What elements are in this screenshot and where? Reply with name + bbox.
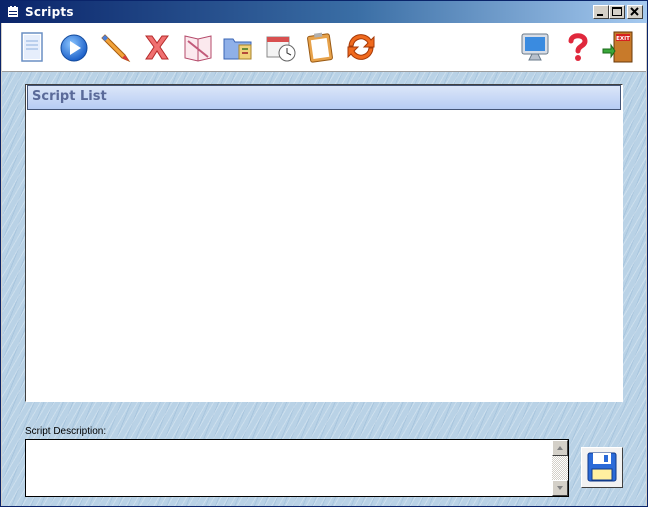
folder-tools-button[interactable] [221, 29, 257, 65]
script-list[interactable]: Script List [25, 84, 623, 402]
minimize-icon [597, 14, 603, 16]
book-button[interactable] [180, 29, 216, 65]
title-bar[interactable]: Scripts [1, 1, 647, 23]
refresh-icon [347, 34, 375, 60]
script-description-field[interactable] [25, 439, 569, 497]
edit-icon [101, 34, 131, 63]
arrow-down-icon [557, 486, 563, 490]
monitor-icon [521, 33, 549, 61]
maximize-button[interactable] [609, 5, 625, 19]
edit-script-button[interactable] [97, 29, 133, 65]
clipboard-icon [307, 32, 333, 63]
floppy-disk-icon [587, 452, 617, 482]
scroll-up-button[interactable] [552, 440, 568, 456]
delete-icon [145, 35, 169, 60]
exit-button[interactable]: EXIT [600, 29, 636, 65]
new-document-icon [21, 32, 43, 62]
app-icon [8, 6, 18, 17]
close-button[interactable] [627, 5, 643, 19]
run-icon [60, 34, 88, 62]
description-scrollbar[interactable] [552, 440, 568, 496]
help-button[interactable] [560, 29, 596, 65]
minimize-button[interactable] [593, 5, 609, 19]
arrow-up-icon [557, 446, 563, 450]
schedule-button[interactable] [263, 29, 299, 65]
refresh-button[interactable] [343, 29, 379, 65]
content-area: Script List Script Description: [2, 72, 646, 506]
save-button[interactable] [581, 447, 623, 488]
script-list-header[interactable]: Script List [27, 85, 621, 110]
delete-script-button[interactable] [139, 29, 175, 65]
script-description-label: Script Description: [25, 426, 107, 437]
scripts-window: Scripts EXIT Script List Script Descript… [0, 0, 648, 507]
scroll-down-button[interactable] [552, 480, 568, 496]
run-script-button[interactable] [56, 29, 92, 65]
book-icon [184, 35, 212, 62]
folder-tools-icon [223, 38, 252, 60]
clipboard-button[interactable] [302, 29, 338, 65]
window-title: Scripts [25, 5, 74, 19]
toolbar: EXIT [2, 23, 646, 72]
schedule-icon [266, 36, 296, 62]
new-script-button[interactable] [14, 29, 50, 65]
monitor-button[interactable] [518, 29, 554, 65]
exit-icon: EXIT [602, 31, 633, 63]
help-icon [568, 33, 588, 61]
exit-sign-text: EXIT [616, 36, 630, 42]
close-icon [630, 7, 639, 16]
maximize-icon [612, 7, 622, 16]
